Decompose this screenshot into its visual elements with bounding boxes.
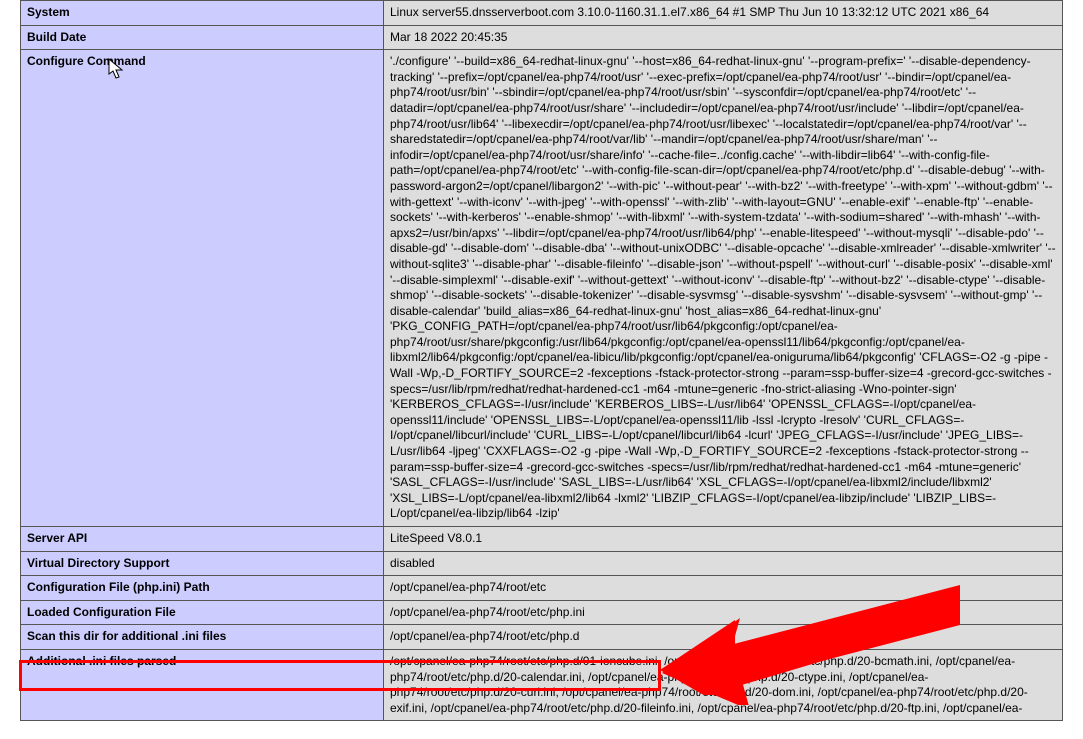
table-row: Server API LiteSpeed V8.0.1 [21,527,1063,552]
row-value-build-date: Mar 18 2022 20:45:35 [384,25,1063,50]
phpinfo-table: System Linux server55.dnsserverboot.com … [20,0,1063,721]
row-label-server-api: Server API [21,527,384,552]
table-row: Configure Command './configure' '--build… [21,50,1063,527]
row-label-configure: Configure Command [21,50,384,527]
row-label-additional-ini: Additional .ini files parsed [21,649,384,720]
row-label-system: System [21,1,384,26]
table-row: Scan this dir for additional .ini files … [21,625,1063,650]
table-row: Additional .ini files parsed /opt/cpanel… [21,649,1063,720]
table-row: Configuration File (php.ini) Path /opt/c… [21,576,1063,601]
row-value-config-path: /opt/cpanel/ea-php74/root/etc [384,576,1063,601]
row-value-additional-ini: /opt/cpanel/ea-php74/root/etc/php.d/01-i… [384,649,1063,720]
row-value-server-api: LiteSpeed V8.0.1 [384,527,1063,552]
row-value-scan-dir: /opt/cpanel/ea-php74/root/etc/php.d [384,625,1063,650]
table-row-highlighted: Loaded Configuration File /opt/cpanel/ea… [21,600,1063,625]
row-value-loaded-config: /opt/cpanel/ea-php74/root/etc/php.ini [384,600,1063,625]
table-row: Virtual Directory Support disabled [21,551,1063,576]
row-value-vdir: disabled [384,551,1063,576]
row-label-vdir: Virtual Directory Support [21,551,384,576]
row-value-system: Linux server55.dnsserverboot.com 3.10.0-… [384,1,1063,26]
row-label-config-path: Configuration File (php.ini) Path [21,576,384,601]
table-row: System Linux server55.dnsserverboot.com … [21,1,1063,26]
row-value-configure: './configure' '--build=x86_64-redhat-lin… [384,50,1063,527]
table-row: Build Date Mar 18 2022 20:45:35 [21,25,1063,50]
row-label-build-date: Build Date [21,25,384,50]
row-label-loaded-config: Loaded Configuration File [21,600,384,625]
row-label-scan-dir: Scan this dir for additional .ini files [21,625,384,650]
